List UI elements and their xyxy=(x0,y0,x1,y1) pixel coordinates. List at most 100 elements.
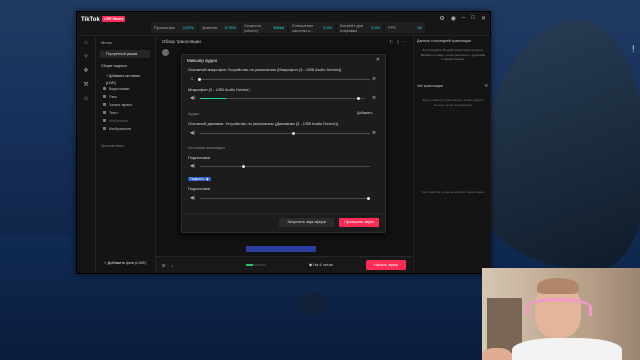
mic-volume-knob[interactable] xyxy=(357,97,361,100)
more-icon[interactable]: ⋯ xyxy=(403,39,407,44)
left-rail: ⌂ ✧ ❖ ⚒ ☺ xyxy=(77,36,96,273)
maximize-icon[interactable]: □ xyxy=(471,15,475,22)
app-title: TikTok xyxy=(81,17,100,23)
speaker-volume-track[interactable] xyxy=(200,133,370,134)
subscribers-volume-track-1[interactable] xyxy=(200,166,370,167)
sidebar-title: Меню xyxy=(101,40,112,45)
webcam-person-body xyxy=(512,338,622,360)
stat-label: FPS xyxy=(388,25,396,30)
gear-icon[interactable]: ⚙ xyxy=(372,76,376,82)
chat-title: Чат трансляции xyxy=(417,84,443,88)
go-live-button[interactable]: Начать эфир xyxy=(366,260,406,270)
subscribers-label-1: Подписчики xyxy=(188,155,211,160)
test-stream-sound-button[interactable]: Запустить звук эфира xyxy=(279,218,334,227)
subscribers-volume-knob-1[interactable] xyxy=(241,165,245,168)
home-icon[interactable]: ⌂ xyxy=(77,36,95,50)
mic-device-label: Основной микрофон Устройство по умолчани… xyxy=(188,67,342,72)
mic-level-fill xyxy=(200,98,227,99)
compass-icon[interactable]: ✧ xyxy=(77,50,95,64)
stat-views: Просмотры 0,02% xyxy=(151,22,197,33)
last-stream-title: Данные о последней трансляции xyxy=(417,39,471,43)
gear-icon[interactable]: ⚙ xyxy=(372,95,376,101)
mic-icon[interactable]: ♪ xyxy=(171,263,173,268)
text-source-item[interactable]: Простой текст xyxy=(101,144,124,148)
add-source-button[interactable]: + Добавить источник (LIVE) xyxy=(100,73,150,85)
source-item-label: Изображения xyxy=(109,127,131,131)
chat-empty-text: Здесь появится трансляция. Чтобы увидеть… xyxy=(422,98,484,107)
speaker-icon: ◀) xyxy=(190,95,195,100)
preview-scene-element xyxy=(246,246,316,252)
source-list: Видеозахват Окно Захват экрана Текст Моб… xyxy=(103,85,132,133)
settings-icon[interactable]: ⚙ xyxy=(439,15,444,22)
speaker-icon: ◀) xyxy=(190,195,195,200)
window-icon xyxy=(103,95,106,98)
mic-input-knob[interactable] xyxy=(198,78,201,81)
add-audio-link[interactable]: Добавить xyxy=(357,111,372,115)
screen-icon xyxy=(103,103,106,106)
phone-icon[interactable]: ▯ xyxy=(397,39,399,44)
sidebar-section-label: Общие надписи xyxy=(101,64,127,68)
audio-section-label: Аудио xyxy=(188,111,200,116)
check-sounds-button[interactable]: Проверить звуки xyxy=(339,218,379,227)
mic-volume-track[interactable] xyxy=(200,98,365,99)
close-icon[interactable]: ✕ xyxy=(376,57,380,63)
wallpaper-rock xyxy=(300,292,328,314)
source-item-label: Мобильный xyxy=(109,119,129,123)
source-item[interactable]: Текст xyxy=(103,109,132,117)
close-icon[interactable]: ✕ xyxy=(481,15,486,22)
app-logo: TikTok LIVE Studio xyxy=(81,16,126,23)
source-item[interactable]: Мобильный xyxy=(103,117,132,125)
webcam-overlay xyxy=(482,268,640,360)
source-item-label: Захват экрана xyxy=(109,103,133,107)
refresh-icon[interactable]: ↻ xyxy=(389,39,392,44)
preview-title: Обзор трансляции xyxy=(162,39,201,44)
stat-fps: FPS 60 xyxy=(385,22,425,33)
source-item[interactable]: Изображения xyxy=(103,125,132,133)
source-item[interactable]: Захват экрана xyxy=(103,101,132,109)
stat-viewers: Зрители 0,76% xyxy=(199,22,239,33)
right-panel: Данные о последней трансляции За последн… xyxy=(413,36,491,273)
webcam-person-hair xyxy=(537,278,579,294)
source-item[interactable]: Видеозахват xyxy=(103,85,132,93)
scene-select[interactable]: Портретный режим xyxy=(100,50,150,58)
gift-icon[interactable]: ❖ xyxy=(77,64,95,78)
stat-label: Битрейт для отправки xyxy=(340,22,364,33)
stat-value: 0,02% xyxy=(182,25,194,30)
text-icon xyxy=(103,111,106,114)
speaker-icon: ◀) xyxy=(190,163,195,168)
users-icon[interactable]: ☺ xyxy=(77,92,95,106)
minimize-icon[interactable]: – xyxy=(462,15,465,22)
subscribers-toggle[interactable]: Подписч. ◉ xyxy=(188,177,211,181)
camera-icon xyxy=(103,87,106,90)
grid-icon[interactable]: ⊞ xyxy=(162,263,165,268)
mic-name-label: Микрофон (3 - USB Audio Device) xyxy=(188,87,250,92)
speaker-device-label: Основной динамик: Устройство по умолчани… xyxy=(188,121,339,126)
stat-label: Скорость (кбит/с) xyxy=(244,22,262,33)
subscribers-volume-track-2[interactable] xyxy=(200,198,370,199)
chat-empty-text-2: Чат появится, когда вы начнёте трансляци… xyxy=(421,190,485,194)
cursor-glyph: ! xyxy=(632,44,635,54)
microphone-icon[interactable]: ♫ xyxy=(190,76,193,81)
add-scene-button[interactable]: + Добавить фон (LIVE) xyxy=(104,260,146,265)
window-controls: ⚙ ◉ – □ ✕ xyxy=(439,15,486,22)
subscribers-volume-knob-2[interactable] xyxy=(367,197,370,200)
stat-value: 0,76% xyxy=(224,25,236,30)
stat-label: Зрители xyxy=(202,25,218,30)
stat-value: 0,0% xyxy=(370,25,380,30)
source-item-label: Текст xyxy=(109,111,118,115)
source-item[interactable]: Окно xyxy=(103,93,132,101)
preview-user xyxy=(162,49,169,56)
chat-settings-icon[interactable]: ⚙ xyxy=(484,83,488,88)
profile-icon[interactable]: ◉ xyxy=(451,15,456,22)
volume-fill xyxy=(246,264,253,266)
top-bar: TikTok LIVE Studio Просмотры 0,02% Зрители… xyxy=(77,12,490,36)
headset-icon xyxy=(526,298,592,316)
gear-icon[interactable]: ⚙ xyxy=(372,130,376,136)
tools-icon[interactable]: ⚒ xyxy=(77,78,95,92)
pc-selector[interactable]: ◆ На 4 сетах xyxy=(309,262,333,267)
speaker-volume-knob[interactable] xyxy=(291,132,295,135)
volume-slider[interactable] xyxy=(246,264,266,266)
source-item-label: Видеозахват xyxy=(109,87,130,91)
source-item-label: Окно xyxy=(109,95,118,99)
wallpaper-island xyxy=(478,20,640,270)
